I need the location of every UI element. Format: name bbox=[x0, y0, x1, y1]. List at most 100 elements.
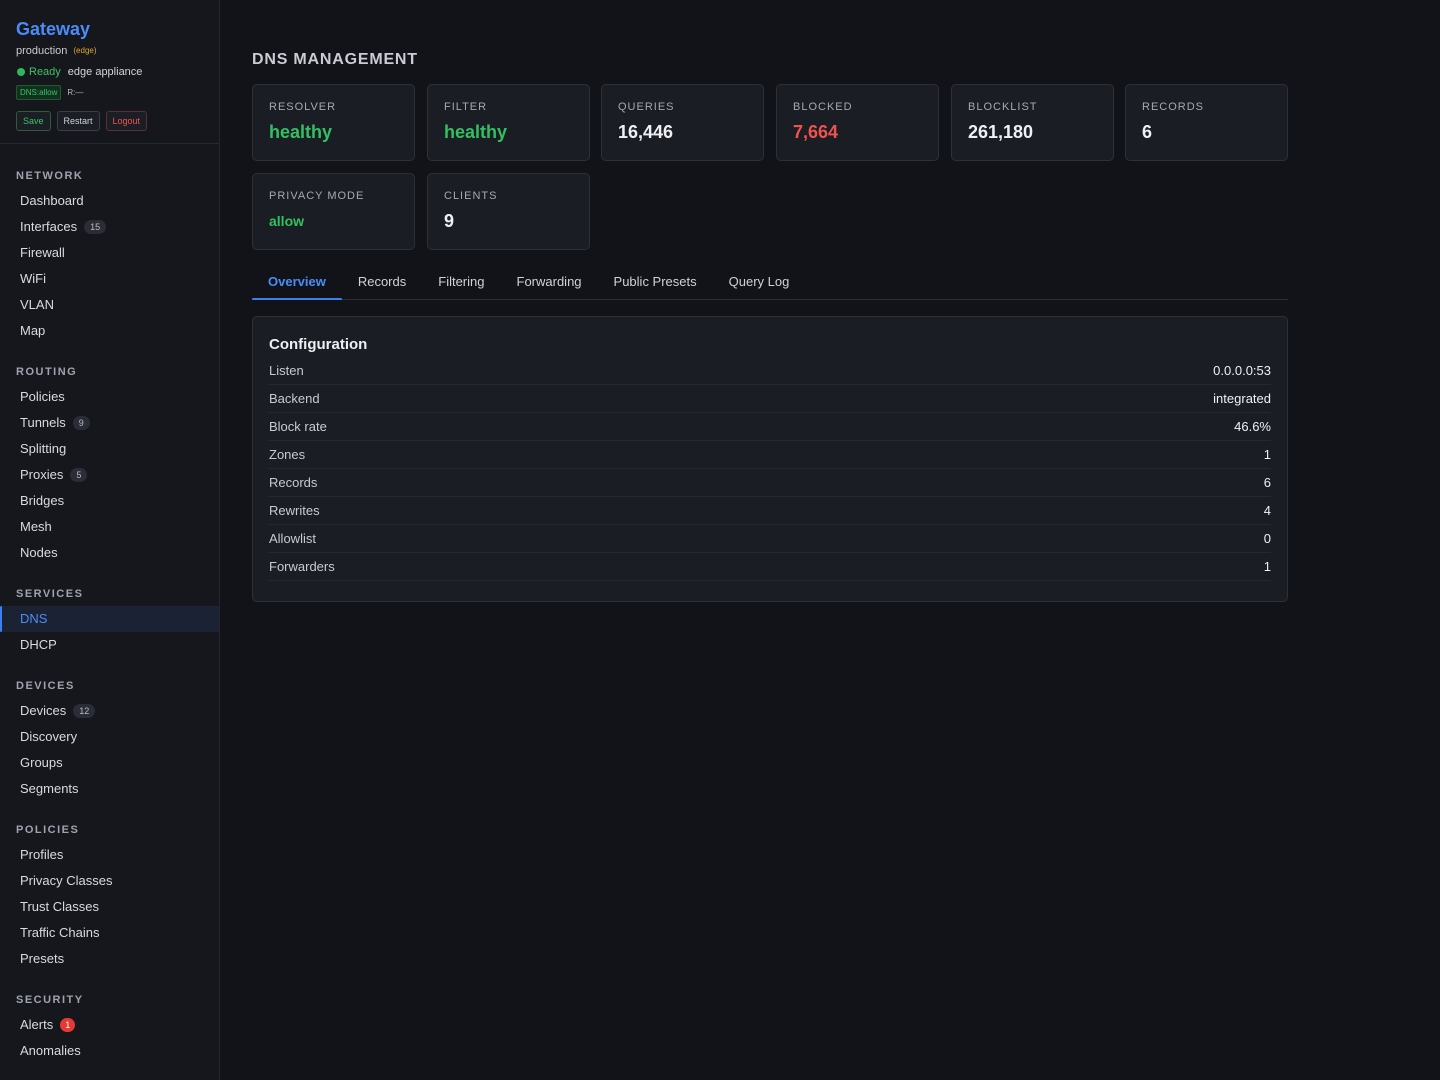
config-value: 6 bbox=[1263, 475, 1271, 490]
nav-section-security: SECURITY Alerts 1 Anomalies bbox=[0, 990, 219, 1064]
config-value: 0 bbox=[1263, 531, 1271, 546]
count-badge: 5 bbox=[70, 468, 88, 482]
status-row: Ready edge appliance bbox=[16, 65, 203, 79]
tab-query-log[interactable]: Query Log bbox=[713, 266, 806, 299]
stat-card-blocked: BLOCKED 7,664 bbox=[776, 84, 939, 161]
stat-card-resolver: RESOLVER healthy bbox=[252, 84, 415, 161]
sidebar-item-dhcp[interactable]: DHCP bbox=[0, 632, 219, 658]
sidebar-item-mesh[interactable]: Mesh bbox=[0, 514, 219, 540]
sidebar-item-traffic-chains[interactable]: Traffic Chains bbox=[0, 920, 219, 946]
environment-row: production (edge) bbox=[16, 44, 203, 58]
stat-value: 7,664 bbox=[793, 122, 839, 142]
stat-card-records: RECORDS 6 bbox=[1125, 84, 1288, 161]
config-key: Allowlist bbox=[269, 531, 316, 546]
environment-tag: (edge) bbox=[73, 46, 97, 55]
stat-value: healthy bbox=[444, 122, 508, 142]
tab-bar: Overview Records Filtering Forwarding Public… bbox=[252, 266, 1288, 300]
config-value: 1 bbox=[1263, 559, 1271, 574]
config-key: Backend bbox=[269, 391, 320, 406]
config-row-rewrites: Rewrites 4 bbox=[269, 497, 1271, 525]
stat-card-queries: QUERIES 16,446 bbox=[601, 84, 764, 161]
sidebar-item-label: Map bbox=[20, 323, 46, 338]
tab-public-presets[interactable]: Public Presets bbox=[598, 266, 713, 299]
nav-section-title: NETWORK bbox=[16, 170, 84, 182]
config-row-forwarders: Forwarders 1 bbox=[269, 553, 1271, 581]
config-key: Forwarders bbox=[269, 559, 335, 574]
sidebar-item-anomalies[interactable]: Anomalies bbox=[0, 1038, 219, 1064]
stat-value: 16,446 bbox=[618, 122, 674, 142]
sidebar-item-segments[interactable]: Segments bbox=[0, 776, 219, 802]
sidebar-item-map[interactable]: Map bbox=[0, 318, 219, 344]
tab-records[interactable]: Records bbox=[342, 266, 422, 299]
sidebar-item-policies[interactable]: Policies bbox=[0, 384, 219, 410]
sidebar-item-wifi[interactable]: WiFi bbox=[0, 266, 219, 292]
sidebar-item-vlan[interactable]: VLAN bbox=[0, 292, 219, 318]
sidebar-item-tunnels[interactable]: Tunnels 9 bbox=[0, 410, 219, 436]
sidebar-nav: NETWORK Dashboard Interfaces 15 Firewall WiFi… bbox=[0, 144, 219, 1064]
tab-overview[interactable]: Overview bbox=[252, 266, 342, 300]
stat-card-privacy-mode: PRIVACY MODE allow bbox=[252, 173, 415, 250]
sidebar-item-discovery[interactable]: Discovery bbox=[0, 724, 219, 750]
sidebar-item-label: Nodes bbox=[20, 545, 58, 560]
stat-label: BLOCKLIST bbox=[968, 101, 1038, 113]
alert-count-badge: 1 bbox=[60, 1018, 76, 1032]
config-row-zones: Zones 1 bbox=[269, 441, 1271, 469]
sidebar-item-nodes[interactable]: Nodes bbox=[0, 540, 219, 566]
sidebar-item-privacy-classes[interactable]: Privacy Classes bbox=[0, 868, 219, 894]
count-badge: 15 bbox=[84, 220, 107, 234]
appliance-label: edge appliance bbox=[67, 66, 143, 78]
sidebar-item-label: Mesh bbox=[20, 519, 52, 534]
nav-section-title: POLICIES bbox=[16, 824, 80, 836]
stat-value: 9 bbox=[444, 211, 455, 231]
configuration-panel: Configuration Listen 0.0.0.0:53 Backend int… bbox=[252, 316, 1288, 602]
tab-forwarding[interactable]: Forwarding bbox=[501, 266, 598, 299]
sidebar-item-label: VLAN bbox=[20, 297, 54, 312]
sidebar-item-trust-classes[interactable]: Trust Classes bbox=[0, 894, 219, 920]
app-title[interactable]: Gateway bbox=[16, 18, 203, 40]
stat-value: allow bbox=[269, 213, 305, 229]
sidebar-item-label: Proxies bbox=[20, 467, 64, 482]
tags-row: DNS:allow R:— bbox=[16, 85, 203, 100]
config-row-block-rate: Block rate 46.6% bbox=[269, 413, 1271, 441]
config-row-listen: Listen 0.0.0.0:53 bbox=[269, 357, 1271, 385]
save-button[interactable]: Save bbox=[16, 111, 51, 131]
sidebar-item-alerts[interactable]: Alerts 1 bbox=[0, 1012, 219, 1038]
sidebar-item-bridges[interactable]: Bridges bbox=[0, 488, 219, 514]
config-value: integrated bbox=[1213, 391, 1271, 406]
sidebar-item-dns[interactable]: DNS bbox=[0, 606, 219, 632]
sidebar-item-label: Bridges bbox=[20, 493, 65, 508]
sidebar-item-label: Profiles bbox=[20, 847, 64, 862]
sidebar-item-splitting[interactable]: Splitting bbox=[0, 436, 219, 462]
sidebar-item-label: Trust Classes bbox=[20, 899, 99, 914]
restart-button[interactable]: Restart bbox=[56, 111, 100, 131]
brand-panel: Gateway production (edge) Ready edge app… bbox=[0, 0, 219, 144]
logout-button[interactable]: Logout bbox=[105, 111, 148, 131]
sidebar-item-profiles[interactable]: Profiles bbox=[0, 842, 219, 868]
sidebar-item-label: Policies bbox=[20, 389, 65, 404]
stat-card-clients: CLIENTS 9 bbox=[427, 173, 590, 250]
config-key: Listen bbox=[269, 363, 304, 378]
status-text: Ready bbox=[29, 66, 61, 78]
sidebar-item-groups[interactable]: Groups bbox=[0, 750, 219, 776]
config-value: 0.0.0.0:53 bbox=[1213, 363, 1271, 378]
sidebar-item-proxies[interactable]: Proxies 5 bbox=[0, 462, 219, 488]
nav-section-services: SERVICES DNS DHCP bbox=[0, 584, 219, 658]
config-key: Records bbox=[269, 475, 318, 490]
stat-value: 6 bbox=[1142, 122, 1153, 142]
sidebar-item-devices[interactable]: Devices 12 bbox=[0, 698, 219, 724]
sidebar-item-label: DHCP bbox=[20, 637, 57, 652]
nav-section-network: NETWORK Dashboard Interfaces 15 Firewall WiFi… bbox=[0, 166, 219, 344]
tab-filtering[interactable]: Filtering bbox=[422, 266, 500, 299]
sidebar-item-interfaces[interactable]: Interfaces 15 bbox=[0, 214, 219, 240]
sidebar-item-firewall[interactable]: Firewall bbox=[0, 240, 219, 266]
stat-value: healthy bbox=[269, 122, 333, 142]
stat-card-filter: FILTER healthy bbox=[427, 84, 590, 161]
sidebar-item-label: Dashboard bbox=[20, 193, 84, 208]
config-value: 4 bbox=[1263, 503, 1271, 518]
config-row-allowlist: Allowlist 0 bbox=[269, 525, 1271, 553]
sidebar-item-presets[interactable]: Presets bbox=[0, 946, 219, 972]
sidebar-item-dashboard[interactable]: Dashboard bbox=[0, 188, 219, 214]
config-value: 46.6% bbox=[1234, 419, 1271, 434]
sidebar-item-label: Presets bbox=[20, 951, 65, 966]
nav-section-title: DEVICES bbox=[16, 680, 75, 692]
